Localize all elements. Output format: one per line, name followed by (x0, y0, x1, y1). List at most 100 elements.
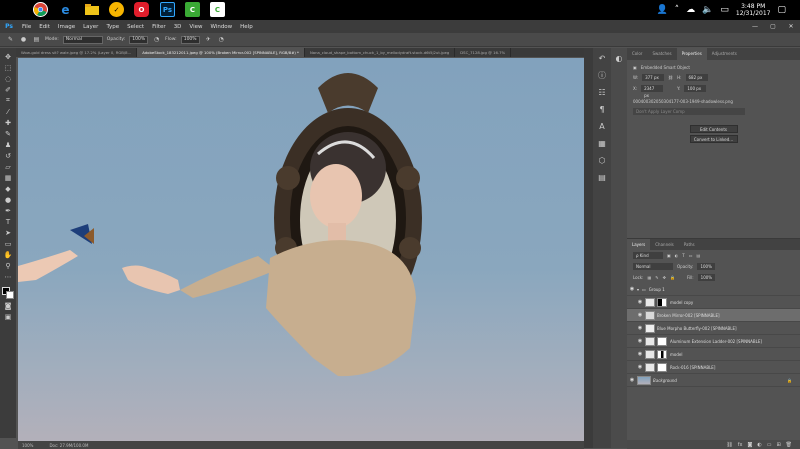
quick-mask-icon[interactable]: ◙ (2, 301, 14, 310)
adjustments-icon[interactable]: ◐ (613, 54, 625, 63)
type-tool-icon[interactable]: T (2, 217, 14, 226)
new-layer-icon[interactable]: ⊞ (776, 442, 780, 448)
menu-image[interactable]: Image (54, 24, 79, 30)
camtasia-icon[interactable]: C (185, 2, 200, 17)
file-explorer-icon[interactable] (84, 2, 99, 17)
opera-icon[interactable]: O (134, 2, 149, 17)
link-layers-icon[interactable]: ⛓ (726, 442, 732, 448)
history-brush-tool-icon[interactable]: ↺ (2, 151, 14, 160)
lock-all-icon[interactable]: 🔒 (670, 275, 675, 280)
layer-mask-thumbnail[interactable] (657, 349, 667, 359)
opacity-input[interactable]: 100% (129, 35, 149, 44)
layer-rock[interactable]: ◉ Rock-016 [SPINNABLE] (627, 361, 800, 374)
hand-tool-icon[interactable]: ✋ (2, 250, 14, 259)
layer-ladder[interactable]: ◉ Aluminum Extension Ladder-002 [SPINNAB… (627, 335, 800, 348)
pressure-size-icon[interactable]: ◔ (217, 35, 226, 44)
people-icon[interactable]: 👤 (656, 5, 667, 15)
character-icon[interactable]: A (596, 122, 608, 131)
brushes-icon[interactable]: ▤ (596, 173, 608, 182)
tab-document-2[interactable]: AdobeStock_183212011.jpeg @ 100% (Broken… (137, 48, 305, 57)
visibility-eye-icon[interactable]: ◉ (635, 364, 645, 370)
convert-to-linked-button[interactable]: Convert to Linked... (689, 135, 738, 143)
visibility-eye-icon[interactable]: ◉ (635, 351, 645, 357)
flow-input[interactable]: 100% (180, 35, 200, 44)
more-tools-icon[interactable]: ⋯ (2, 272, 14, 281)
gradient-tool-icon[interactable]: ▦ (2, 173, 14, 182)
history-icon[interactable]: ↶ (596, 54, 608, 63)
path-select-tool-icon[interactable]: ➤ (2, 228, 14, 237)
add-mask-icon[interactable]: ◙ (747, 442, 752, 448)
brush-tool-icon[interactable]: ✎ (6, 35, 15, 44)
fill-input[interactable]: 100% (697, 274, 716, 281)
width-field[interactable]: 377 px (642, 74, 665, 81)
menu-select[interactable]: Select (123, 24, 148, 30)
filter-smart-icon[interactable]: ▤ (697, 253, 701, 258)
new-group-icon[interactable]: ▭ (767, 442, 772, 448)
adjustment-layer-icon[interactable]: ◐ (757, 442, 761, 448)
norton-icon[interactable]: ✓ (109, 2, 124, 17)
tab-color[interactable]: Color (627, 48, 647, 60)
menu-layer[interactable]: Layer (79, 24, 102, 30)
visibility-eye-icon[interactable]: ◉ (627, 286, 637, 292)
tab-document-1[interactable]: Wow-gold dress sit? wale.jpeg @ 17.2% (L… (16, 48, 138, 57)
brush-tool-icon[interactable]: ✎ (2, 129, 14, 138)
layer-mask-thumbnail[interactable] (657, 297, 667, 307)
background-color[interactable] (6, 291, 14, 299)
layer-mask-thumbnail[interactable] (657, 336, 667, 346)
tab-paths[interactable]: Paths (679, 239, 700, 250)
layer-opacity-input[interactable]: 100% (697, 263, 715, 270)
zoom-tool-icon[interactable]: ⚲ (2, 261, 14, 270)
chrome-icon[interactable] (33, 2, 48, 17)
lock-pixels-icon[interactable]: ▦ (647, 275, 651, 280)
layer-butterfly[interactable]: ◉ Blue Morpho Butterfly-002 [SPINNABLE] (627, 322, 800, 335)
layer-comp-select[interactable]: Don't Apply Layer Comp (633, 108, 745, 115)
layer-model-copy[interactable]: ◉ model copy (627, 296, 800, 309)
tab-document-4[interactable]: DSC_7128.jpg @ 16.7% (455, 48, 512, 57)
tab-properties[interactable]: Properties (676, 48, 707, 60)
volume-icon[interactable]: 🔈 (702, 5, 713, 15)
filter-type-icon[interactable]: T (682, 253, 684, 258)
chevron-up-icon[interactable]: ˄ (675, 5, 680, 15)
layer-group-1[interactable]: ◉ ▾ ▭ Group 1 (627, 283, 800, 296)
mode-select[interactable]: Normal (62, 35, 103, 44)
properties-icon[interactable]: ☷ (596, 88, 608, 97)
layer-filter-kind[interactable]: ρ Kind (633, 252, 663, 259)
pressure-opacity-icon[interactable]: ◔ (152, 35, 161, 44)
action-center-icon[interactable]: ▢ (777, 5, 786, 15)
menu-window[interactable]: Window (206, 24, 236, 30)
network-icon[interactable]: ▭ (720, 5, 729, 15)
menu-edit[interactable]: Edit (35, 24, 54, 30)
3d-icon[interactable]: ⬡ (596, 156, 608, 165)
pen-tool-icon[interactable]: ✒ (2, 206, 14, 215)
camtasia-recorder-icon[interactable]: C (210, 2, 225, 17)
filter-adjustment-icon[interactable]: ◐ (675, 253, 679, 258)
menu-file[interactable]: File (18, 24, 35, 30)
tab-document-3[interactable]: Nana_cloud_shape_bottom_chuck_1_by_mello… (305, 48, 456, 57)
marquee-tool-icon[interactable]: ⬚ (2, 63, 14, 72)
layer-style-icon[interactable]: fx (738, 442, 743, 448)
quick-select-tool-icon[interactable]: ✐ (2, 85, 14, 94)
airbrush-icon[interactable]: ✈ (204, 35, 213, 44)
dodge-tool-icon[interactable]: ● (2, 195, 14, 204)
menu-help[interactable]: Help (236, 24, 257, 30)
y-field[interactable]: 100 px (684, 85, 707, 92)
menu-filter[interactable]: Filter (148, 24, 170, 30)
eyedropper-tool-icon[interactable]: ⁄ (2, 107, 14, 116)
shape-tool-icon[interactable]: ▭ (2, 239, 14, 248)
layer-model[interactable]: ◉ model (627, 348, 800, 361)
visibility-eye-icon[interactable]: ◉ (635, 338, 645, 344)
zoom-level[interactable]: 100% (22, 443, 33, 448)
libraries-icon[interactable]: ▦ (596, 139, 608, 148)
tab-adjustments[interactable]: Adjustments (707, 48, 742, 60)
menu-type[interactable]: Type (102, 24, 123, 30)
close-icon[interactable]: ✕ (782, 20, 800, 33)
paragraph-icon[interactable]: ¶ (596, 105, 608, 114)
tab-layers[interactable]: Layers (627, 239, 651, 250)
photoshop-icon[interactable]: Ps (160, 2, 175, 17)
document-canvas[interactable] (18, 58, 584, 441)
edge-icon[interactable]: e (58, 2, 73, 17)
brush-preset-icon[interactable]: ● (19, 35, 28, 44)
filter-pixel-icon[interactable]: ▣ (667, 253, 671, 258)
layer-background[interactable]: ◉ Background 🔒 (627, 374, 800, 387)
move-tool-icon[interactable]: ✥ (2, 52, 14, 61)
